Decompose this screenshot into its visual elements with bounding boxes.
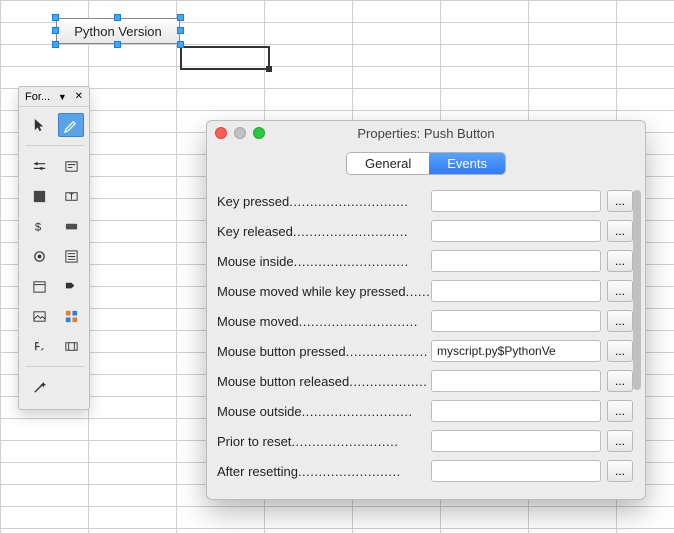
event-picker-button[interactable]: ... bbox=[607, 250, 633, 272]
dialog-tabbar: General Events bbox=[207, 145, 645, 184]
sheet-button-selection[interactable]: Python Version bbox=[56, 18, 180, 44]
event-row: Mouse moved while key pressed...........… bbox=[217, 276, 633, 306]
resize-handle[interactable] bbox=[52, 41, 59, 48]
event-row: Prior to reset..........................… bbox=[217, 426, 633, 456]
event-value-input[interactable] bbox=[431, 460, 601, 482]
event-value-input[interactable] bbox=[431, 250, 601, 272]
event-label: Mouse inside............................ bbox=[217, 254, 431, 269]
event-picker-button[interactable]: ... bbox=[607, 460, 633, 482]
scrollbar-thumb[interactable] bbox=[633, 190, 641, 390]
toolbox-titlebar[interactable]: For... ▼ ✕ bbox=[19, 87, 89, 107]
event-value-input[interactable] bbox=[431, 310, 601, 332]
pattern-icon[interactable] bbox=[58, 304, 84, 328]
formatted-icon[interactable] bbox=[26, 334, 52, 358]
event-picker-button[interactable]: ... bbox=[607, 190, 633, 212]
scrollbar-icon[interactable] bbox=[26, 154, 52, 178]
cell-cursor[interactable] bbox=[180, 46, 270, 70]
event-picker-button[interactable]: ... bbox=[607, 430, 633, 452]
window-close-icon[interactable] bbox=[215, 127, 227, 139]
event-row: Mouse outside...........................… bbox=[217, 396, 633, 426]
tab-general[interactable]: General bbox=[347, 153, 429, 174]
image-icon[interactable] bbox=[26, 304, 52, 328]
event-row: Mouse moved.............................… bbox=[217, 306, 633, 336]
pointer-icon[interactable] bbox=[26, 113, 52, 137]
wizard-icon[interactable] bbox=[26, 375, 52, 399]
event-row: Mouse button released...................… bbox=[217, 366, 633, 396]
groupbox-icon[interactable] bbox=[26, 184, 52, 208]
listbox-icon[interactable] bbox=[58, 244, 84, 268]
push-button-label: Python Version bbox=[74, 24, 161, 39]
currency-icon[interactable]: $ bbox=[26, 214, 52, 238]
svg-text:$: $ bbox=[34, 221, 41, 233]
event-value-input[interactable] bbox=[431, 340, 601, 362]
event-picker-button[interactable]: ... bbox=[607, 340, 633, 362]
event-row: Mouse inside............................… bbox=[217, 246, 633, 276]
event-label: Mouse moved............................. bbox=[217, 314, 431, 329]
date-icon[interactable] bbox=[26, 274, 52, 298]
event-picker-button[interactable]: ... bbox=[607, 310, 633, 332]
resize-handle[interactable] bbox=[177, 41, 184, 48]
resize-handle[interactable] bbox=[52, 14, 59, 21]
resize-handle[interactable] bbox=[177, 27, 184, 34]
pencil-icon[interactable] bbox=[58, 113, 84, 137]
event-picker-button[interactable]: ... bbox=[607, 400, 633, 422]
event-label: Mouse button pressed.................... bbox=[217, 344, 431, 359]
form-controls-toolbox[interactable]: For... ▼ ✕ $ bbox=[18, 86, 90, 410]
event-label: Key released............................ bbox=[217, 224, 431, 239]
event-value-input[interactable] bbox=[431, 280, 601, 302]
event-label: After resetting......................... bbox=[217, 464, 431, 479]
resize-handle[interactable] bbox=[52, 27, 59, 34]
more-icon[interactable] bbox=[58, 274, 84, 298]
resize-handle[interactable] bbox=[114, 14, 121, 21]
resize-handle[interactable] bbox=[114, 41, 121, 48]
event-label: Prior to reset.......................... bbox=[217, 434, 431, 449]
event-row: Mouse button pressed....................… bbox=[217, 336, 633, 366]
event-value-input[interactable] bbox=[431, 190, 601, 212]
resize-handle[interactable] bbox=[177, 14, 184, 21]
toolbox-title-text: For... bbox=[25, 91, 50, 103]
event-value-input[interactable] bbox=[431, 400, 601, 422]
toolbox-close-icon[interactable]: ✕ bbox=[75, 91, 83, 102]
dialog-titlebar[interactable]: Properties: Push Button bbox=[207, 121, 645, 145]
tab-events[interactable]: Events bbox=[429, 153, 505, 174]
nav-icon[interactable] bbox=[58, 334, 84, 358]
event-value-input[interactable] bbox=[431, 430, 601, 452]
label-icon[interactable] bbox=[58, 154, 84, 178]
properties-dialog[interactable]: Properties: Push Button General Events K… bbox=[206, 120, 646, 500]
dialog-scrollbar[interactable] bbox=[633, 190, 641, 489]
event-row: Key pressed.............................… bbox=[217, 186, 633, 216]
window-minimize-icon[interactable] bbox=[234, 127, 246, 139]
event-label: Mouse moved while key pressed........... bbox=[217, 284, 431, 299]
event-label: Key pressed............................. bbox=[217, 194, 431, 209]
dialog-title: Properties: Push Button bbox=[207, 126, 645, 141]
toolbox-menu-icon[interactable]: ▼ bbox=[58, 92, 67, 102]
event-label: Mouse outside........................... bbox=[217, 404, 431, 419]
event-value-input[interactable] bbox=[431, 220, 601, 242]
radio-icon[interactable] bbox=[26, 244, 52, 268]
event-picker-button[interactable]: ... bbox=[607, 280, 633, 302]
event-picker-button[interactable]: ... bbox=[607, 220, 633, 242]
event-picker-button[interactable]: ... bbox=[607, 370, 633, 392]
window-zoom-icon[interactable] bbox=[253, 127, 265, 139]
event-row: Key released............................… bbox=[217, 216, 633, 246]
button-icon[interactable] bbox=[58, 214, 84, 238]
textbox-icon[interactable] bbox=[58, 184, 84, 208]
event-value-input[interactable] bbox=[431, 370, 601, 392]
event-label: Mouse button released................... bbox=[217, 374, 431, 389]
event-row: After resetting.........................… bbox=[217, 456, 633, 486]
